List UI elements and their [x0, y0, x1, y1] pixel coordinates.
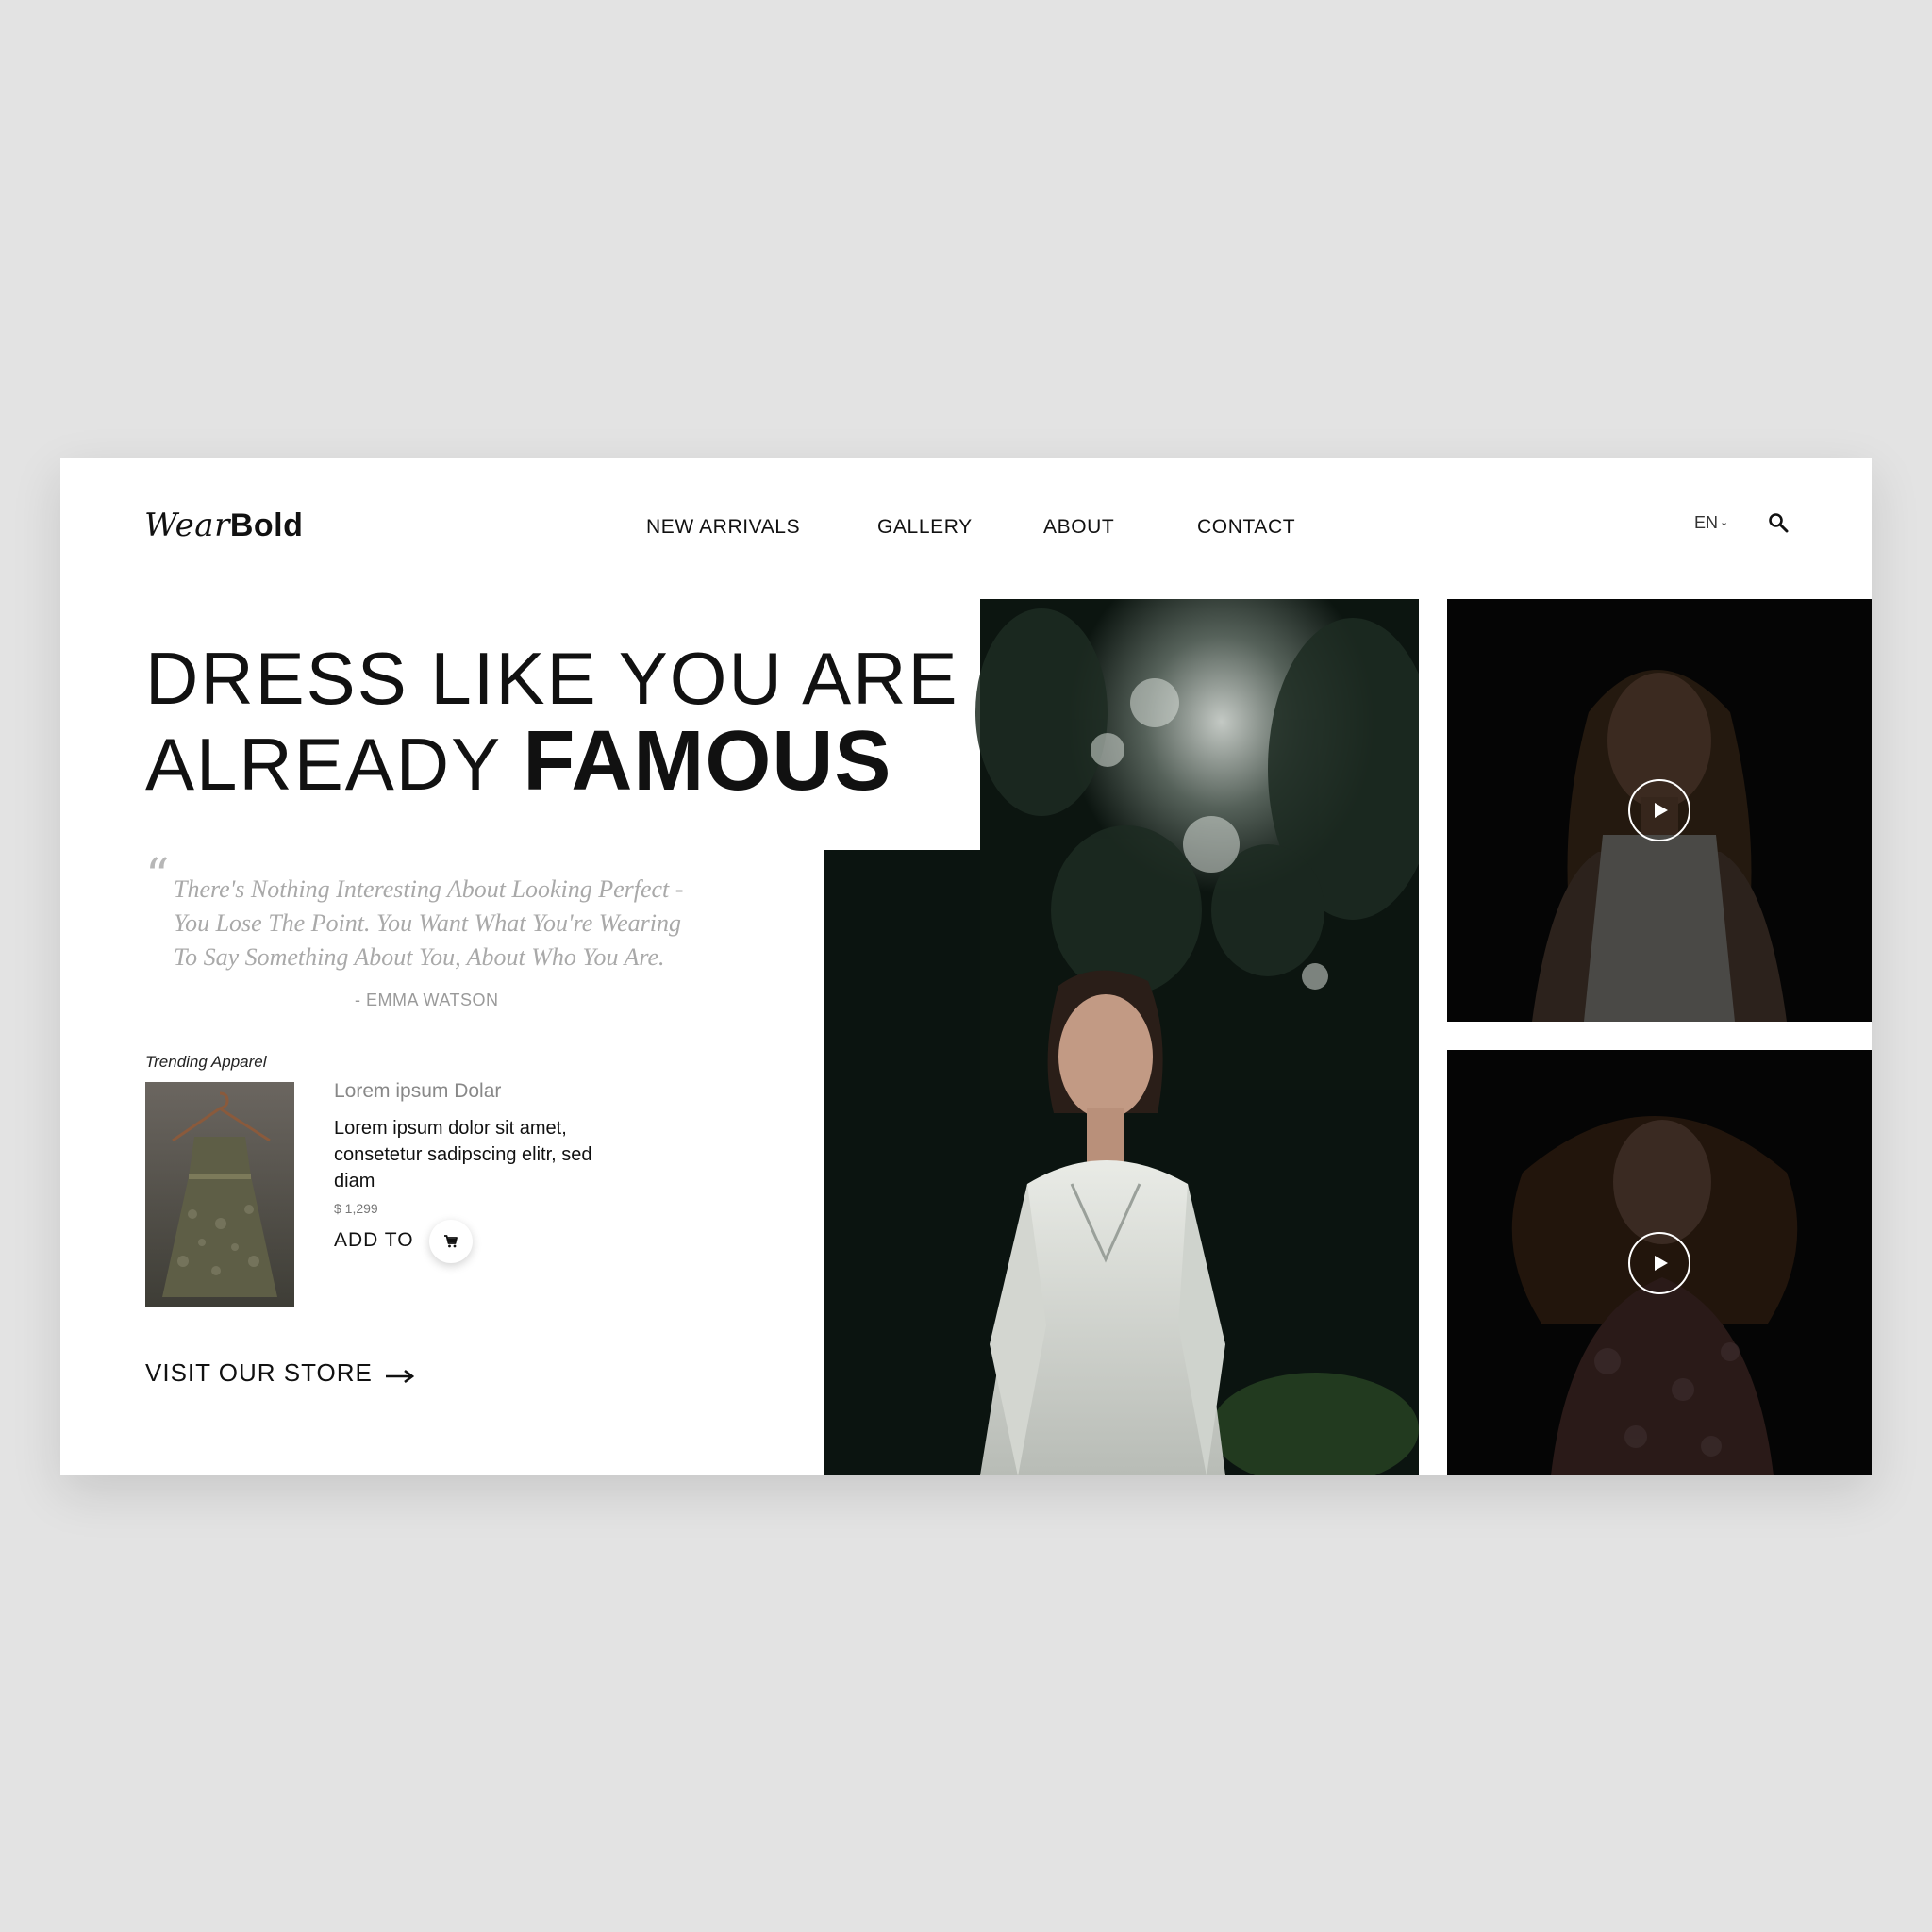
quote-mark: “ — [145, 848, 170, 903]
nav-about[interactable]: ABOUT — [1043, 516, 1114, 539]
product-image[interactable] — [145, 1082, 294, 1307]
trending-label: Trending Apparel — [145, 1053, 267, 1071]
language-selector[interactable]: EN ⌄ — [1694, 513, 1728, 533]
product-price: $ 1,299 — [334, 1201, 378, 1216]
landing-card: WearBold NEW ARRIVALS GALLERY ABOUT CONT… — [60, 458, 1872, 1475]
cart-icon — [444, 1235, 458, 1248]
visit-store-label: VISIT OUR STORE — [145, 1358, 373, 1387]
video-card-1[interactable] — [1447, 599, 1872, 1022]
product-name[interactable]: Lorem ipsum Dolar — [334, 1080, 501, 1103]
play-icon — [1655, 803, 1668, 818]
logo-bold: Bold — [229, 508, 304, 543]
video-card-2[interactable] — [1447, 1050, 1872, 1475]
play-button[interactable] — [1628, 1231, 1690, 1294]
hero-photo — [824, 599, 1438, 1475]
logo-wear: Wear — [144, 507, 230, 544]
play-button[interactable] — [1628, 779, 1690, 841]
product-description: Lorem ipsum dolor sit amet, consetetur s… — [334, 1118, 592, 1191]
language-label: EN — [1694, 513, 1719, 532]
play-icon — [1655, 1255, 1668, 1271]
brand-logo[interactable]: WearBold — [144, 507, 303, 544]
arrow-right-icon — [385, 1360, 415, 1390]
quote-text: There's Nothing Interesting About Lookin… — [174, 875, 684, 971]
add-to-cart-label[interactable]: ADD TO — [334, 1229, 414, 1252]
search-icon[interactable] — [1768, 512, 1789, 533]
visit-store-link[interactable]: VISIT OUR STORE — [145, 1358, 415, 1390]
cart-button[interactable] — [429, 1220, 473, 1263]
chevron-down-icon: ⌄ — [1720, 517, 1729, 528]
nav-gallery[interactable]: GALLERY — [877, 516, 973, 539]
quote-author: - EMMA WATSON — [355, 991, 499, 1009]
nav-contact[interactable]: CONTACT — [1197, 516, 1295, 539]
hero-line-2-prefix: ALREADY — [145, 723, 501, 806]
nav-new-arrivals[interactable]: NEW ARRIVALS — [646, 516, 800, 539]
